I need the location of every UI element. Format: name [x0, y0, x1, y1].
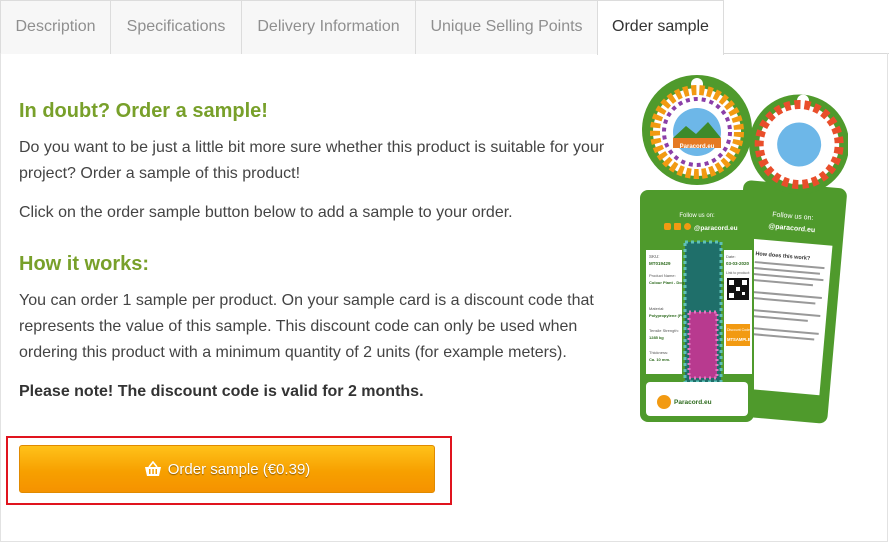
date-value: 03-03-2020 [726, 261, 750, 266]
product-label: Product Name: [649, 273, 676, 278]
tensile-label: Tensile Strength: [649, 328, 679, 333]
order-sample-button-label: Order sample (€0.39) [167, 460, 311, 478]
material-value: Polypropylene (PP) [649, 313, 686, 318]
sku-value: MT019429 [649, 261, 671, 266]
tensile-value: 1285 kg [649, 335, 664, 340]
tab-bar: Description Specifications Delivery Info… [0, 0, 889, 55]
thickness-label: Thickness: [649, 350, 668, 355]
sample-card-image: Follow us on: @paracord.eu How does this… [640, 75, 848, 424]
tab-description[interactable]: Description [0, 0, 111, 54]
link-label: Link to product: [726, 271, 750, 275]
heading-in-doubt: In doubt? Order a sample! [19, 100, 268, 122]
heading-how-it-works: How it works: [19, 253, 150, 275]
order-sample-button[interactable]: Order sample (€0.39) [19, 445, 435, 493]
date-label: Date: [726, 254, 736, 259]
footer-brand-text: Paracord.eu [674, 399, 712, 406]
instagram-icon [664, 223, 671, 230]
social-handle-text: @paracord.eu [694, 225, 738, 232]
tab-specifications[interactable]: Specifications [110, 0, 242, 54]
discount-label: Discount Code: [727, 328, 751, 332]
paragraph-click-instruction: Click on the order sample button below t… [19, 204, 513, 221]
discount-code: MTSAMPLE [727, 337, 751, 342]
sample-card-front: Paracord.eu Follow us on: @paracord.eu S… [640, 75, 754, 422]
brand-logo-text: Paracord.eu [680, 144, 715, 150]
note-discount-validity: Please note! The discount code is valid … [19, 383, 424, 400]
tab-unique-selling-points[interactable]: Unique Selling Points [415, 0, 598, 54]
pinterest-icon [684, 223, 691, 230]
thickness-value: Ca. 10 mm. [649, 357, 670, 362]
qr-code-icon [727, 278, 749, 300]
tab-order-sample[interactable]: Order sample [597, 0, 724, 55]
paragraph-how-it-works: You can order 1 sample per product. On y… [19, 292, 594, 361]
follow-us-text: Follow us on: [679, 213, 715, 219]
material-label: Material: [649, 306, 664, 311]
paragraph-intro: Do you want to be just a little bit more… [19, 139, 605, 182]
facebook-icon [674, 223, 681, 230]
basket-icon [144, 461, 161, 476]
sku-label: SKU: [649, 254, 660, 259]
tab-delivery-information[interactable]: Delivery Information [241, 0, 416, 54]
